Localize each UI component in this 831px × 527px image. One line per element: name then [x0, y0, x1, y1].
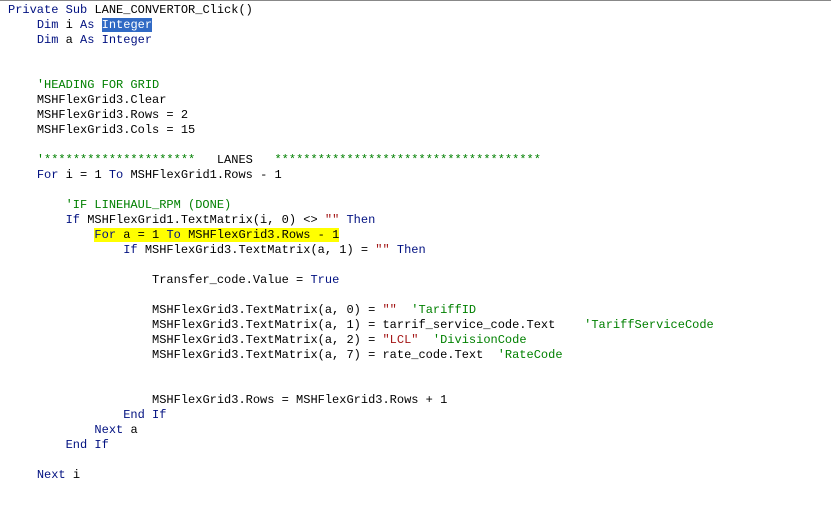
kw-then: Then [346, 213, 375, 227]
highlighted-line: For a = 1 To MSHFlexGrid3.Rows - 1 [94, 228, 339, 242]
kw-for: For [37, 168, 59, 182]
kw-as: As [80, 18, 94, 32]
comment: 'IF LINEHAUL_RPM (DONE) [66, 198, 232, 212]
kw-next: Next [94, 423, 123, 437]
selection: Integer [102, 18, 152, 32]
kw-to: To [109, 168, 123, 182]
kw-dim: Dim [37, 18, 59, 32]
comment: 'HEADING FOR GRID [37, 78, 159, 92]
kw-end: End [123, 408, 145, 422]
kw-true: True [310, 273, 339, 287]
code-editor[interactable]: Private Sub LANE_CONVERTOR_Click() Dim i… [0, 0, 831, 527]
sub-name: LANE_CONVERTOR_Click [94, 3, 238, 17]
kw-if: If [66, 213, 80, 227]
code-content: Private Sub LANE_CONVERTOR_Click() Dim i… [0, 1, 831, 483]
kw-sub: Sub [66, 3, 88, 17]
kw-private: Private [8, 3, 58, 17]
